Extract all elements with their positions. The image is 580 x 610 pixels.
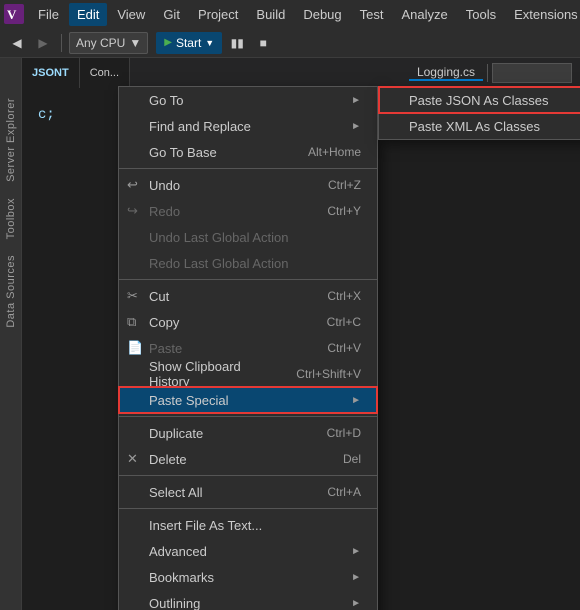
sep-3 <box>119 416 377 417</box>
vs-logo-icon: V <box>4 4 24 24</box>
menu-undo[interactable]: ↩ Undo Ctrl+Z <box>119 172 377 198</box>
menu-cut[interactable]: ✂ Cut Ctrl+X <box>119 283 377 309</box>
start-dropdown-arrow: ▼ <box>205 38 214 48</box>
menu-build[interactable]: Build <box>248 3 293 26</box>
menu-redo-global[interactable]: Redo Last Global Action <box>119 250 377 276</box>
bookmarks-arrow-icon: ► <box>351 572 361 583</box>
menu-clipboard-history[interactable]: Show Clipboard History Ctrl+Shift+V <box>119 361 377 387</box>
start-label: Start <box>176 36 201 50</box>
toolbar: ◀ ▶ Any CPU ▼ ▶ Start ▼ ▮▮ ■ <box>0 28 580 58</box>
undo-icon: ↩ <box>127 177 138 193</box>
goto-arrow-icon: ► <box>351 95 361 106</box>
paste-special-arrow-icon: ► <box>351 395 361 406</box>
menu-extensions[interactable]: Extensions <box>506 3 580 26</box>
menu-copy[interactable]: ⧉ Copy Ctrl+C <box>119 309 377 335</box>
start-button[interactable]: ▶ Start ▼ <box>156 32 222 54</box>
menu-paste-json[interactable]: Paste JSON As Classes <box>379 87 580 113</box>
server-explorer-label[interactable]: Server Explorer <box>5 98 17 182</box>
svg-text:V: V <box>7 7 17 22</box>
menu-git[interactable]: Git <box>155 3 188 26</box>
menu-view[interactable]: View <box>109 3 153 26</box>
pause-button[interactable]: ▮▮ <box>226 32 248 54</box>
menu-goto[interactable]: Go To ► <box>119 87 377 113</box>
menu-project[interactable]: Project <box>190 3 246 26</box>
menu-redo[interactable]: ↪ Redo Ctrl+Y <box>119 198 377 224</box>
sep-1 <box>119 168 377 169</box>
menu-paste[interactable]: 📄 Paste Ctrl+V <box>119 335 377 361</box>
menu-goto-base[interactable]: Go To Base Alt+Home <box>119 139 377 165</box>
sep-5 <box>119 508 377 509</box>
cpu-dropdown[interactable]: Any CPU ▼ <box>69 32 148 54</box>
menu-tools[interactable]: Tools <box>458 3 504 26</box>
menu-insert-file[interactable]: Insert File As Text... <box>119 512 377 538</box>
cpu-label: Any CPU <box>76 36 125 50</box>
redo-icon: ↪ <box>127 203 138 219</box>
dropdown-arrow-icon: ▼ <box>129 36 141 50</box>
menu-duplicate[interactable]: Duplicate Ctrl+D <box>119 420 377 446</box>
advanced-arrow-icon: ► <box>351 546 361 557</box>
paste-special-submenu: Paste JSON As Classes Paste XML As Class… <box>378 86 580 140</box>
menu-delete[interactable]: ✕ Delete Del <box>119 446 377 472</box>
left-sidebar: Server Explorer Toolbox Data Sources <box>0 58 22 610</box>
paste-icon: 📄 <box>127 340 143 356</box>
delete-icon: ✕ <box>127 451 138 467</box>
outlining-arrow-icon: ► <box>351 598 361 609</box>
cut-icon: ✂ <box>127 288 138 304</box>
copy-icon: ⧉ <box>127 314 136 330</box>
edit-menu: Go To ► Find and Replace ► Go To Base Al… <box>118 86 378 610</box>
sep-4 <box>119 475 377 476</box>
find-replace-arrow-icon: ► <box>351 121 361 132</box>
menu-file[interactable]: File <box>30 3 67 26</box>
menu-bookmarks[interactable]: Bookmarks ► <box>119 564 377 590</box>
menu-outlining[interactable]: Outlining ► <box>119 590 377 610</box>
document-area: JSONT Con... Logging.cs c; <box>22 58 580 610</box>
forward-button[interactable]: ▶ <box>32 32 54 54</box>
menu-find-replace[interactable]: Find and Replace ► <box>119 113 377 139</box>
dropdown-overlay: Go To ► Find and Replace ► Go To Base Al… <box>22 58 580 610</box>
stop-button[interactable]: ■ <box>252 32 274 54</box>
play-icon: ▶ <box>164 37 172 48</box>
menu-test[interactable]: Test <box>352 3 392 26</box>
menu-paste-special[interactable]: Paste Special ► <box>119 387 377 413</box>
menu-edit[interactable]: Edit <box>69 3 107 26</box>
toolbar-separator-1 <box>61 34 62 52</box>
back-button[interactable]: ◀ <box>6 32 28 54</box>
menu-select-all[interactable]: Select All Ctrl+A <box>119 479 377 505</box>
menu-advanced[interactable]: Advanced ► <box>119 538 377 564</box>
menu-undo-global[interactable]: Undo Last Global Action <box>119 224 377 250</box>
sep-2 <box>119 279 377 280</box>
toolbox-label[interactable]: Toolbox <box>5 198 17 239</box>
menu-analyze[interactable]: Analyze <box>393 3 455 26</box>
menubar: V File Edit View Git Project Build Debug… <box>0 0 580 28</box>
menu-debug[interactable]: Debug <box>295 3 349 26</box>
menu-paste-xml[interactable]: Paste XML As Classes <box>379 113 580 139</box>
main-area: Server Explorer Toolbox Data Sources JSO… <box>0 58 580 610</box>
data-sources-label[interactable]: Data Sources <box>5 255 17 328</box>
